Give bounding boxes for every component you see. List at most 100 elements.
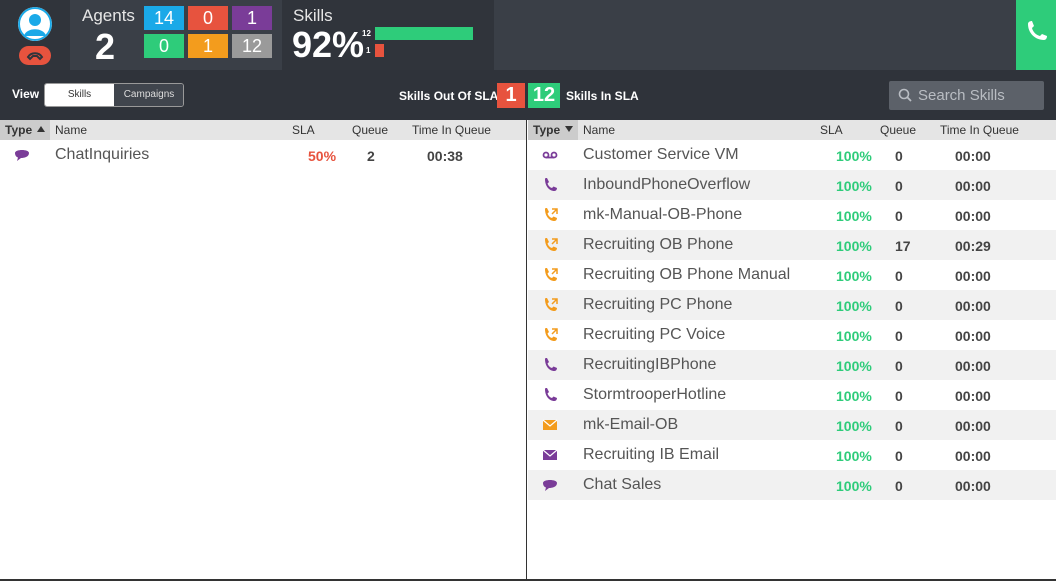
skill-name: Chat Sales [583, 476, 662, 493]
skills-out-of-sla-label: Skills Out Of SLA [399, 89, 499, 103]
skill-queue: 2 [367, 148, 375, 164]
skill-sla: 100% [836, 388, 872, 404]
table-row[interactable]: StormtrooperHotline 100% 0 00:00 [528, 380, 1056, 410]
skill-queue: 0 [895, 298, 903, 314]
sla-column-header[interactable]: SLA [292, 123, 315, 137]
skill-sla: 100% [836, 268, 872, 284]
agents-count: 2 [95, 26, 116, 67]
table-row[interactable]: mk-Manual-OB-Phone 100% 0 00:00 [528, 200, 1056, 230]
skill-queue: 0 [895, 148, 903, 164]
table-row[interactable]: Recruiting PC Voice 100% 0 00:00 [528, 320, 1056, 350]
skill-name: Customer Service VM [583, 146, 739, 163]
skills-label: Skills [293, 6, 333, 25]
skill-sla: 100% [836, 418, 872, 434]
skill-name: Recruiting IB Email [583, 446, 720, 463]
table-row[interactable]: Recruiting OB Phone 100% 17 00:29 [528, 230, 1056, 260]
hangup-icon [26, 52, 44, 61]
skill-queue: 0 [895, 178, 903, 194]
skill-time-in-queue: 00:00 [955, 388, 991, 404]
inbound-phone-icon [545, 178, 557, 191]
skills-out-bar [375, 44, 384, 57]
agents-working-count[interactable]: 1 [232, 6, 272, 30]
time-column-header[interactable]: Time In Queue [940, 123, 1019, 137]
view-skills-option[interactable]: Skills [45, 84, 114, 106]
table-row[interactable]: Recruiting PC Phone 100% 0 00:00 [528, 290, 1056, 320]
chat-icon [15, 150, 29, 161]
outbound-email-icon [542, 419, 558, 430]
table-row[interactable]: mk-Email-OB 100% 0 00:00 [528, 410, 1056, 440]
view-campaigns-option[interactable]: Campaigns [114, 84, 183, 106]
search-placeholder: Search Skills [918, 87, 1005, 104]
skill-time-in-queue: 00:00 [955, 478, 991, 494]
avatar[interactable] [18, 7, 52, 41]
skill-time-in-queue: 00:00 [955, 298, 991, 314]
skills-in-bar [375, 27, 473, 40]
skills-in-sla-count: 12 [528, 83, 560, 108]
skill-time-in-queue: 00:00 [955, 208, 991, 224]
name-column-header[interactable]: Name [55, 123, 87, 137]
table-row[interactable]: Recruiting IB Email 100% 0 00:00 [528, 440, 1056, 470]
skill-time-in-queue: 00:29 [955, 238, 991, 254]
skill-sla: 100% [836, 448, 872, 464]
skill-time-in-queue: 00:00 [955, 448, 991, 464]
skill-queue: 0 [895, 478, 903, 494]
skill-name: InboundPhoneOverflow [583, 176, 751, 193]
outbound-phone-icon [545, 208, 558, 221]
skill-queue: 0 [895, 268, 903, 284]
skill-name: Recruiting OB Phone [583, 236, 734, 253]
agents-available-count[interactable]: 14 [144, 6, 184, 30]
skill-name: mk-Manual-OB-Phone [583, 206, 743, 223]
skill-time-in-queue: 00:00 [955, 178, 991, 194]
table-header: Type Name SLA Queue Time In Queue [528, 120, 1056, 140]
skills-out-bar-label: 1 [366, 46, 371, 55]
queue-column-header[interactable]: Queue [880, 123, 916, 137]
sort-desc-icon [565, 126, 573, 132]
inbound-phone-icon [545, 358, 557, 371]
skill-name: Recruiting PC Voice [583, 326, 726, 343]
table-row[interactable]: Customer Service VM 100% 0 00:00 [528, 140, 1056, 170]
type-column-header[interactable]: Type [528, 120, 578, 140]
skill-name: Recruiting OB Phone Manual [583, 266, 791, 283]
agents-busy-count[interactable]: 0 [188, 6, 228, 30]
table-row[interactable]: ChatInquiries 50% 2 00:38 [0, 140, 526, 170]
skill-sla: 100% [836, 238, 872, 254]
outbound-phone-icon [545, 328, 558, 341]
skill-queue: 17 [895, 238, 911, 254]
skill-time-in-queue: 00:00 [955, 328, 991, 344]
outbound-phone-icon [545, 238, 558, 251]
view-label: View [12, 87, 40, 101]
sla-column-header[interactable]: SLA [820, 123, 843, 137]
agents-label: Agents [82, 6, 135, 25]
agents-away-count[interactable]: 1 [188, 34, 228, 58]
skills-out-of-sla-count: 1 [497, 83, 525, 108]
type-column-header[interactable]: Type [0, 120, 50, 140]
hangup-button[interactable] [19, 46, 51, 65]
skill-time-in-queue: 00:00 [955, 418, 991, 434]
skill-time-in-queue: 00:38 [427, 148, 463, 164]
skill-queue: 0 [895, 208, 903, 224]
skill-time-in-queue: 00:00 [955, 268, 991, 284]
skill-sla: 100% [836, 478, 872, 494]
table-row[interactable]: Chat Sales 100% 0 00:00 [528, 470, 1056, 500]
skill-sla: 100% [836, 298, 872, 314]
agents-ready-count[interactable]: 0 [144, 34, 184, 58]
outbound-phone-icon [545, 298, 558, 311]
skill-sla: 100% [836, 178, 872, 194]
skill-name: mk-Email-OB [583, 416, 679, 433]
view-toggle: Skills Campaigns [44, 83, 184, 107]
table-row[interactable]: RecruitingIBPhone 100% 0 00:00 [528, 350, 1056, 380]
phone-button[interactable] [1016, 0, 1056, 70]
table-row[interactable]: InboundPhoneOverflow 100% 0 00:00 [528, 170, 1056, 200]
out-of-sla-table: Type Name SLA Queue Time In Queue ChatIn… [0, 120, 527, 581]
skill-queue: 0 [895, 328, 903, 344]
skill-sla: 100% [836, 148, 872, 164]
agents-offline-count[interactable]: 12 [232, 34, 272, 58]
table-row[interactable]: Recruiting OB Phone Manual 100% 0 00:00 [528, 260, 1056, 290]
inbound-email-icon [542, 449, 558, 460]
outbound-phone-icon [545, 268, 558, 281]
time-column-header[interactable]: Time In Queue [412, 123, 491, 137]
skill-queue: 0 [895, 418, 903, 434]
name-column-header[interactable]: Name [583, 123, 615, 137]
queue-column-header[interactable]: Queue [352, 123, 388, 137]
search-skills-input[interactable]: Search Skills [889, 81, 1044, 110]
